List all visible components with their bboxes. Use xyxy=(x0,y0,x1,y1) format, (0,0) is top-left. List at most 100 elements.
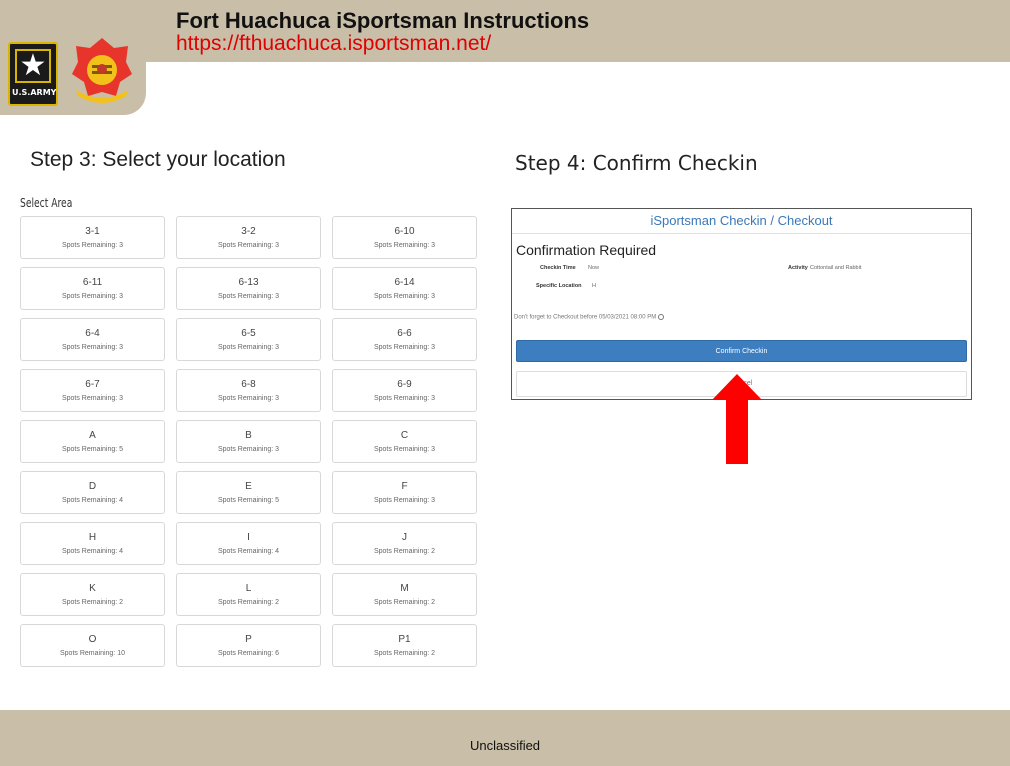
area-name: F xyxy=(401,481,408,492)
checkout-reminder-text: Don't forget to Checkout before 05/03/20… xyxy=(514,314,657,321)
area-name: B xyxy=(245,430,252,441)
area-card[interactable]: 6-8 Spots Remaining: 3 xyxy=(176,369,321,412)
panel-divider xyxy=(512,233,971,234)
step4-heading: Step 4: Confirm Checkin xyxy=(515,151,758,175)
area-spots-remaining: Spots Remaining: 3 xyxy=(217,242,280,249)
classification-label: Unclassified xyxy=(469,738,541,753)
area-name: 6-7 xyxy=(85,379,100,390)
area-name: I xyxy=(247,532,250,543)
area-name: O xyxy=(88,634,97,645)
area-name: M xyxy=(400,583,409,594)
area-spots-remaining: Spots Remaining: 3 xyxy=(373,242,436,249)
area-card[interactable]: 3-2 Spots Remaining: 3 xyxy=(176,216,321,259)
area-name: A xyxy=(89,430,96,441)
step3-heading: Step 3: Select your location xyxy=(30,148,286,171)
area-spots-remaining: Spots Remaining: 2 xyxy=(217,599,280,606)
checkin-time-value: Now xyxy=(588,265,600,271)
area-card[interactable]: 6-11 Spots Remaining: 3 xyxy=(20,267,165,310)
area-spots-remaining: Spots Remaining: 3 xyxy=(61,395,124,402)
army-star-icon: ★ xyxy=(15,48,51,83)
area-card[interactable]: M Spots Remaining: 2 xyxy=(332,573,477,616)
area-spots-remaining: Spots Remaining: 3 xyxy=(373,497,436,504)
checkin-panel: iSportsman Checkin / Checkout Confirmati… xyxy=(511,208,972,400)
area-spots-remaining: Spots Remaining: 6 xyxy=(217,650,280,657)
area-name: 6-11 xyxy=(82,277,103,288)
area-name: P1 xyxy=(398,634,411,645)
area-card[interactable]: O Spots Remaining: 10 xyxy=(20,624,165,667)
confirmation-heading: Confirmation Required xyxy=(516,242,657,258)
area-name: 6-4 xyxy=(85,328,100,339)
area-spots-remaining: Spots Remaining: 3 xyxy=(61,344,124,351)
confirm-checkin-button[interactable]: Confirm Checkin xyxy=(516,340,967,362)
army-logo-text: U.S.ARMY xyxy=(12,88,57,97)
specific-location-label: Specific Location xyxy=(536,283,582,289)
activity-label: Activity xyxy=(788,265,808,271)
panel-title: iSportsman Checkin / Checkout xyxy=(650,213,833,228)
area-name: C xyxy=(400,430,409,441)
area-spots-remaining: Spots Remaining: 2 xyxy=(373,650,436,657)
area-spots-remaining: Spots Remaining: 2 xyxy=(61,599,124,606)
area-spots-remaining: Spots Remaining: 3 xyxy=(217,446,280,453)
area-spots-remaining: Spots Remaining: 4 xyxy=(217,548,280,555)
area-card[interactable]: 6-9 Spots Remaining: 3 xyxy=(332,369,477,412)
checkout-reminder: Don't forget to Checkout before 05/03/20… xyxy=(514,314,665,321)
area-card[interactable]: K Spots Remaining: 2 xyxy=(20,573,165,616)
area-card[interactable]: P Spots Remaining: 6 xyxy=(176,624,321,667)
area-name: 3-2 xyxy=(241,226,256,237)
site-url: https://fthuachuca.isportsman.net/ xyxy=(176,32,492,55)
area-card[interactable]: A Spots Remaining: 5 xyxy=(20,420,165,463)
area-name: D xyxy=(88,481,97,492)
checkin-time-label: Checkin Time xyxy=(540,265,576,271)
area-spots-remaining: Spots Remaining: 3 xyxy=(373,293,436,300)
area-card[interactable]: 6-4 Spots Remaining: 3 xyxy=(20,318,165,361)
area-spots-remaining: Spots Remaining: 3 xyxy=(373,344,436,351)
area-name: E xyxy=(245,481,252,492)
area-name: 6-5 xyxy=(241,328,256,339)
area-name: P xyxy=(245,634,252,645)
area-spots-remaining: Spots Remaining: 3 xyxy=(217,293,280,300)
area-spots-remaining: Spots Remaining: 3 xyxy=(217,344,280,351)
area-card[interactable]: 6-5 Spots Remaining: 3 xyxy=(176,318,321,361)
area-name: J xyxy=(402,532,407,543)
area-name: 6-9 xyxy=(397,379,412,390)
area-card[interactable]: L Spots Remaining: 2 xyxy=(176,573,321,616)
area-spots-remaining: Spots Remaining: 5 xyxy=(61,446,124,453)
area-name: 6-6 xyxy=(397,328,412,339)
area-card[interactable]: I Spots Remaining: 4 xyxy=(176,522,321,565)
area-spots-remaining: Spots Remaining: 3 xyxy=(61,293,124,300)
area-card[interactable]: J Spots Remaining: 2 xyxy=(332,522,477,565)
area-spots-remaining: Spots Remaining: 3 xyxy=(373,395,436,402)
area-spots-remaining: Spots Remaining: 3 xyxy=(61,242,124,249)
area-card[interactable]: 6-7 Spots Remaining: 3 xyxy=(20,369,165,412)
area-card[interactable]: D Spots Remaining: 4 xyxy=(20,471,165,514)
area-card[interactable]: 6-14 Spots Remaining: 3 xyxy=(332,267,477,310)
area-card[interactable]: 6-13 Spots Remaining: 3 xyxy=(176,267,321,310)
area-card[interactable]: 6-10 Spots Remaining: 3 xyxy=(332,216,477,259)
logo-tab: ★ U.S.ARMY xyxy=(0,0,146,115)
area-spots-remaining: Spots Remaining: 4 xyxy=(61,548,124,555)
area-card[interactable]: H Spots Remaining: 4 xyxy=(20,522,165,565)
area-card[interactable]: F Spots Remaining: 3 xyxy=(332,471,477,514)
area-card[interactable]: C Spots Remaining: 3 xyxy=(332,420,477,463)
us-army-logo: ★ U.S.ARMY xyxy=(8,42,58,106)
area-name: 6-13 xyxy=(238,277,259,288)
area-name: K xyxy=(89,583,96,594)
area-name: 6-10 xyxy=(394,226,415,237)
area-name: 6-14 xyxy=(394,277,415,288)
clock-icon xyxy=(658,314,665,320)
area-spots-remaining: Spots Remaining: 5 xyxy=(217,497,280,504)
area-name: 6-8 xyxy=(241,379,256,390)
area-spots-remaining: Spots Remaining: 2 xyxy=(373,599,436,606)
area-spots-remaining: Spots Remaining: 3 xyxy=(373,446,436,453)
area-spots-remaining: Spots Remaining: 10 xyxy=(60,650,125,657)
area-spots-remaining: Spots Remaining: 2 xyxy=(373,548,436,555)
area-card[interactable]: 3-1 Spots Remaining: 3 xyxy=(20,216,165,259)
area-card[interactable]: 6-6 Spots Remaining: 3 xyxy=(332,318,477,361)
area-name: H xyxy=(88,532,97,543)
area-spots-remaining: Spots Remaining: 4 xyxy=(61,497,124,504)
area-card[interactable]: E Spots Remaining: 5 xyxy=(176,471,321,514)
area-spots-remaining: Spots Remaining: 3 xyxy=(217,395,280,402)
area-card[interactable]: P1 Spots Remaining: 2 xyxy=(332,624,477,667)
area-card[interactable]: B Spots Remaining: 3 xyxy=(176,420,321,463)
garrison-crest-icon xyxy=(72,38,132,103)
